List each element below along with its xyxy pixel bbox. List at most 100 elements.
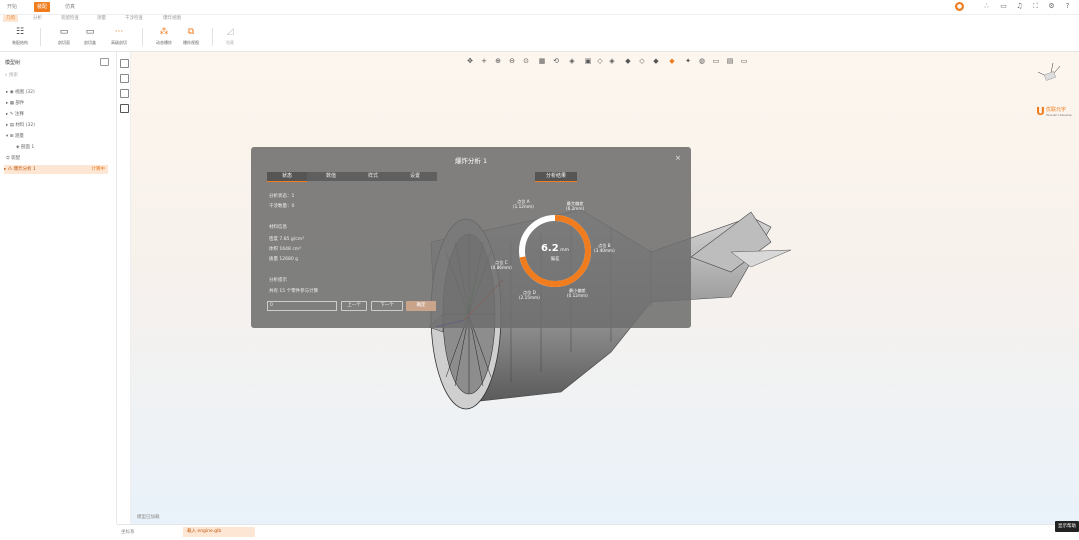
gauge-unit: mm xyxy=(560,248,570,253)
cube-icon[interactable]: ◈ xyxy=(568,57,576,65)
help-icon[interactable]: ? xyxy=(1064,3,1071,10)
status-bar: 坐标系 载入 engine.glb 显示帮助 xyxy=(117,521,1079,540)
explode-analysis-dialog[interactable]: 爆炸分析 1 × 状态 数值 样式 设置 分析结果 分析状态：1 干涉数量：0 … xyxy=(251,147,691,328)
bell-icon[interactable]: ♫ xyxy=(1016,3,1023,10)
tab-settings[interactable]: 设置 xyxy=(395,172,435,181)
structure-icon: ☷ xyxy=(15,27,25,37)
side-tool-strip xyxy=(117,52,131,524)
list-icon[interactable] xyxy=(120,74,129,83)
tab-style[interactable]: 样式 xyxy=(353,172,393,181)
section-heading: 材料信息 xyxy=(269,225,287,230)
close-icon[interactable]: × xyxy=(675,154,681,162)
box-icon: ▭ xyxy=(85,27,95,37)
tab-assembly[interactable]: 装配 xyxy=(34,2,51,12)
gauge-caption: 偏差 xyxy=(550,257,560,262)
collapse-icon[interactable] xyxy=(100,58,109,66)
layout-icon[interactable]: ▤ xyxy=(726,57,734,65)
explode-icon: ⁂ xyxy=(159,27,169,37)
camera-icon[interactable]: ◍ xyxy=(698,57,706,65)
point-label: 最大偏差 (6.2mm) xyxy=(566,201,585,211)
point-label: 点位 B (3.40mm) xyxy=(594,243,615,253)
side-view-icon[interactable]: ◈ xyxy=(608,57,616,65)
user-avatar[interactable]: ● xyxy=(955,2,964,11)
properties-icon[interactable] xyxy=(120,59,129,68)
load-status: 载入 engine.glb xyxy=(183,527,255,537)
subtab-analysis[interactable]: 分析 xyxy=(30,15,45,22)
tab-start[interactable]: 开始 xyxy=(4,2,20,12)
zoom-out-icon[interactable]: ⊖ xyxy=(508,57,516,65)
point-label: 点位 A (1.12mm) xyxy=(513,199,534,209)
subtab-geometry[interactable]: 几何 xyxy=(3,15,18,22)
subtab-measure[interactable]: 测量 xyxy=(94,15,109,22)
point-label: 点位 C (0.86mm) xyxy=(491,260,512,270)
notes-icon[interactable] xyxy=(120,104,129,113)
plane-icon: ▭ xyxy=(59,27,69,37)
target-icon[interactable]: ⊙ xyxy=(522,57,530,65)
subtab-explode-view[interactable]: 爆炸视图 xyxy=(160,15,184,22)
info-line: 分析状态：1 xyxy=(269,194,295,199)
ribbon-toolbar: ☷ 装配结构 ▭ 剖切面 ▭ 剖切盒 ··· 高级剖切 ⁂ 动态爆炸 ⧉ 爆炸视… xyxy=(0,23,1079,52)
dynamic-explode-button[interactable]: ⁂ 动态爆炸 xyxy=(152,26,176,48)
section-box-button[interactable]: ▭ 剖切盒 xyxy=(78,26,102,48)
confirm-button[interactable]: 确定 xyxy=(406,301,436,311)
point-label: 点位 D (2.15mm) xyxy=(519,290,540,300)
explode-view-button[interactable]: ⧉ 爆炸视图 xyxy=(179,26,203,48)
value-input[interactable]: 0 xyxy=(267,301,337,311)
section-plane-button[interactable]: ▭ 剖切面 xyxy=(52,26,76,48)
view-cube[interactable] xyxy=(1035,58,1065,88)
light-icon[interactable]: ✦ xyxy=(684,57,692,65)
iso-view-icon[interactable]: ◆ xyxy=(624,57,632,65)
point-label: 最小偏差 (0.12mm) xyxy=(567,288,588,298)
sync-icon[interactable]: ⟲ xyxy=(552,57,560,65)
tab-simulation[interactable]: 仿真 xyxy=(62,2,78,12)
monitor-icon[interactable]: ▭ xyxy=(1000,3,1007,10)
hide-icon: ◿ xyxy=(226,27,234,37)
tree-item[interactable]: ▸ ▦ 部件 xyxy=(6,99,24,108)
fullscreen-icon[interactable]: ⛶ xyxy=(1032,3,1039,10)
tree-item[interactable]: ◈ 剖面 1 xyxy=(16,143,34,152)
layers-icon[interactable] xyxy=(120,89,129,98)
move-icon[interactable]: ✥ xyxy=(466,57,474,65)
brand-logo: U 优联元宇 YouLian Universe xyxy=(1036,105,1072,118)
add-icon[interactable]: + xyxy=(480,57,488,65)
subtab-assembly-check[interactable]: 装配检查 xyxy=(58,15,82,22)
ribbon-divider xyxy=(142,28,143,46)
info-line: 体积 1648 cm³ xyxy=(269,247,301,252)
help-button[interactable]: 显示帮助 xyxy=(1055,521,1079,532)
hide-button[interactable]: ◿ 隐藏 xyxy=(218,26,242,48)
info-line: 质量 12680 g xyxy=(269,257,299,262)
dialog-title: 爆炸分析 1 xyxy=(454,157,488,165)
tree-item[interactable]: ▾ ⊞ 测量 xyxy=(6,132,24,141)
share-icon[interactable]: ∴ xyxy=(983,3,990,10)
info-line: 共有 15 个零件参与计算 xyxy=(269,289,319,294)
front-view-icon[interactable]: ▣ xyxy=(584,57,592,65)
assembly-structure-button[interactable]: ☷ 装配结构 xyxy=(8,26,32,48)
next-button[interactable]: 下一个 xyxy=(371,301,403,311)
section-heading: 分析提示 xyxy=(269,278,287,283)
image-icon[interactable]: ▭ xyxy=(712,57,720,65)
advanced-section-button[interactable]: ··· 高级剖切 xyxy=(107,26,131,48)
tree-item[interactable]: ▸ ◉ 视图 (32) xyxy=(6,88,35,97)
back-view-icon[interactable]: ◇ xyxy=(638,57,646,65)
tree-item[interactable]: ▸ ▤ 材料 (32) xyxy=(6,121,35,130)
status-left: 坐标系 xyxy=(121,530,135,535)
tab-status[interactable]: 状态 xyxy=(267,172,307,182)
tab-result[interactable]: 分析结果 xyxy=(535,172,577,182)
zoom-in-icon[interactable]: ⊕ xyxy=(494,57,502,65)
tree-item-selected[interactable]: ▸ ⁂ 爆炸分析 1 计算中 xyxy=(4,165,108,174)
tree-item[interactable]: ⛭ 装配 xyxy=(6,154,20,163)
prev-button[interactable]: 上一个 xyxy=(341,301,367,311)
bottom-view-icon[interactable]: ◆ xyxy=(652,57,660,65)
tab-values[interactable]: 数值 xyxy=(311,172,351,181)
tree-item[interactable]: ▸ ✎ 注释 xyxy=(6,110,24,119)
grid-icon[interactable]: ▦ xyxy=(538,57,546,65)
top-view-icon[interactable]: ◇ xyxy=(596,57,604,65)
screen-icon[interactable]: ▭ xyxy=(740,57,748,65)
tree-search[interactable]: ⌕ 搜索 xyxy=(5,72,109,80)
ribbon-subtabs: 几何 分析 装配检查 测量 干涉检查 爆炸视图 xyxy=(0,14,300,23)
subtab-interference[interactable]: 干涉检查 xyxy=(122,15,146,22)
ribbon-divider xyxy=(212,28,213,46)
shade-icon[interactable]: ◆ xyxy=(668,57,676,65)
settings-icon[interactable]: ⚙ xyxy=(1048,3,1055,10)
logo-mark-icon: U xyxy=(1036,105,1045,118)
